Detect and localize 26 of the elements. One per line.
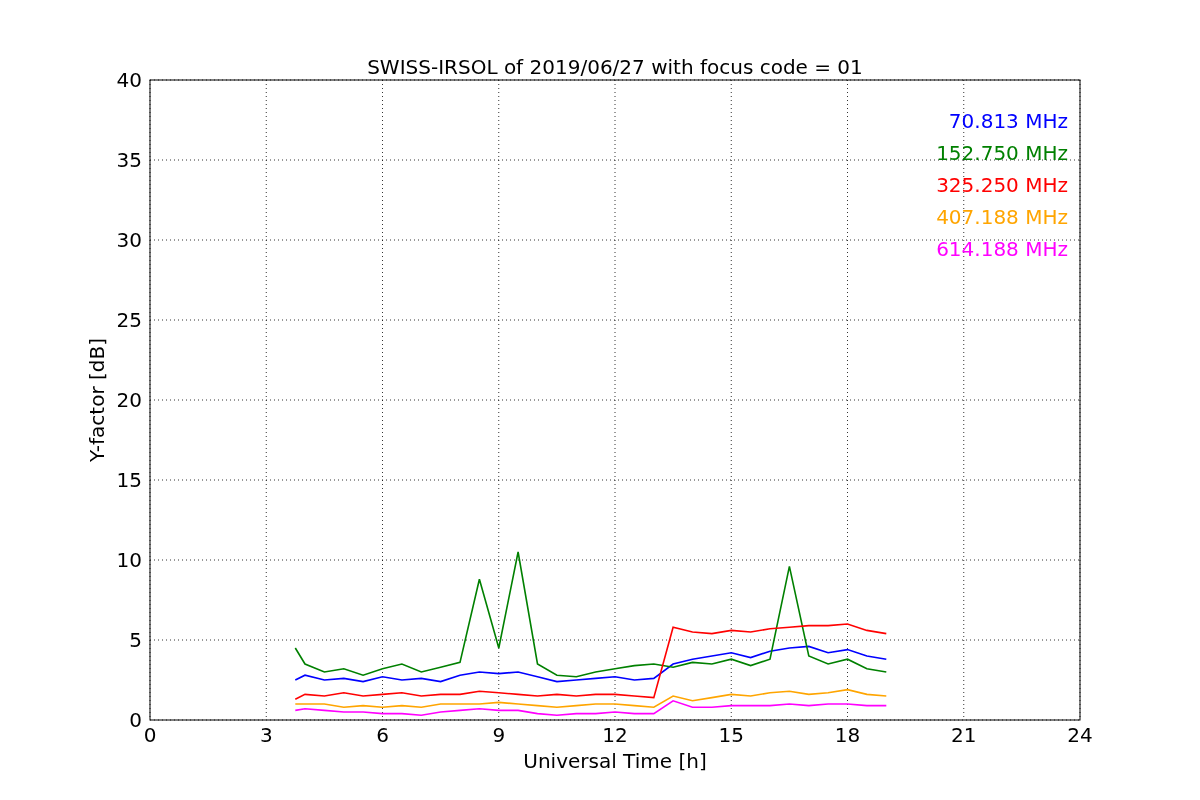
chart-title: SWISS-IRSOL of 2019/06/27 with focus code = 01 (367, 55, 863, 79)
tick-label: 3 (259, 723, 273, 747)
x-axis-label: Universal Time [h] (523, 749, 707, 773)
tick-label: 25 (116, 308, 142, 332)
legend-label: 70.813 MHz (948, 109, 1068, 133)
tick-label: 30 (116, 228, 142, 252)
tick-label: 21 (951, 723, 977, 747)
tick-label: 15 (718, 723, 744, 747)
tick-label: 9 (492, 723, 506, 747)
tick-label: 0 (143, 723, 157, 747)
tick-label: 20 (116, 388, 142, 412)
legend-label: 325.250 MHz (936, 173, 1068, 197)
legend-label: 152.750 MHz (936, 141, 1068, 165)
tick-label: 6 (376, 723, 389, 747)
tick-label: 15 (116, 468, 142, 492)
tick-label: 10 (116, 548, 142, 572)
tick-label: 12 (602, 723, 628, 747)
tick-label: 18 (834, 723, 861, 747)
tick-label: 40 (116, 68, 142, 92)
tick-label: 0 (129, 708, 142, 732)
y-axis-label: Y-factor [dB] (85, 338, 109, 462)
legend-label: 407.188 MHz (936, 205, 1068, 229)
tick-label: 35 (116, 148, 142, 172)
tick-label: 5 (129, 628, 142, 652)
legend-label: 614.188 MHz (936, 237, 1068, 261)
tick-label: 24 (1067, 723, 1093, 747)
